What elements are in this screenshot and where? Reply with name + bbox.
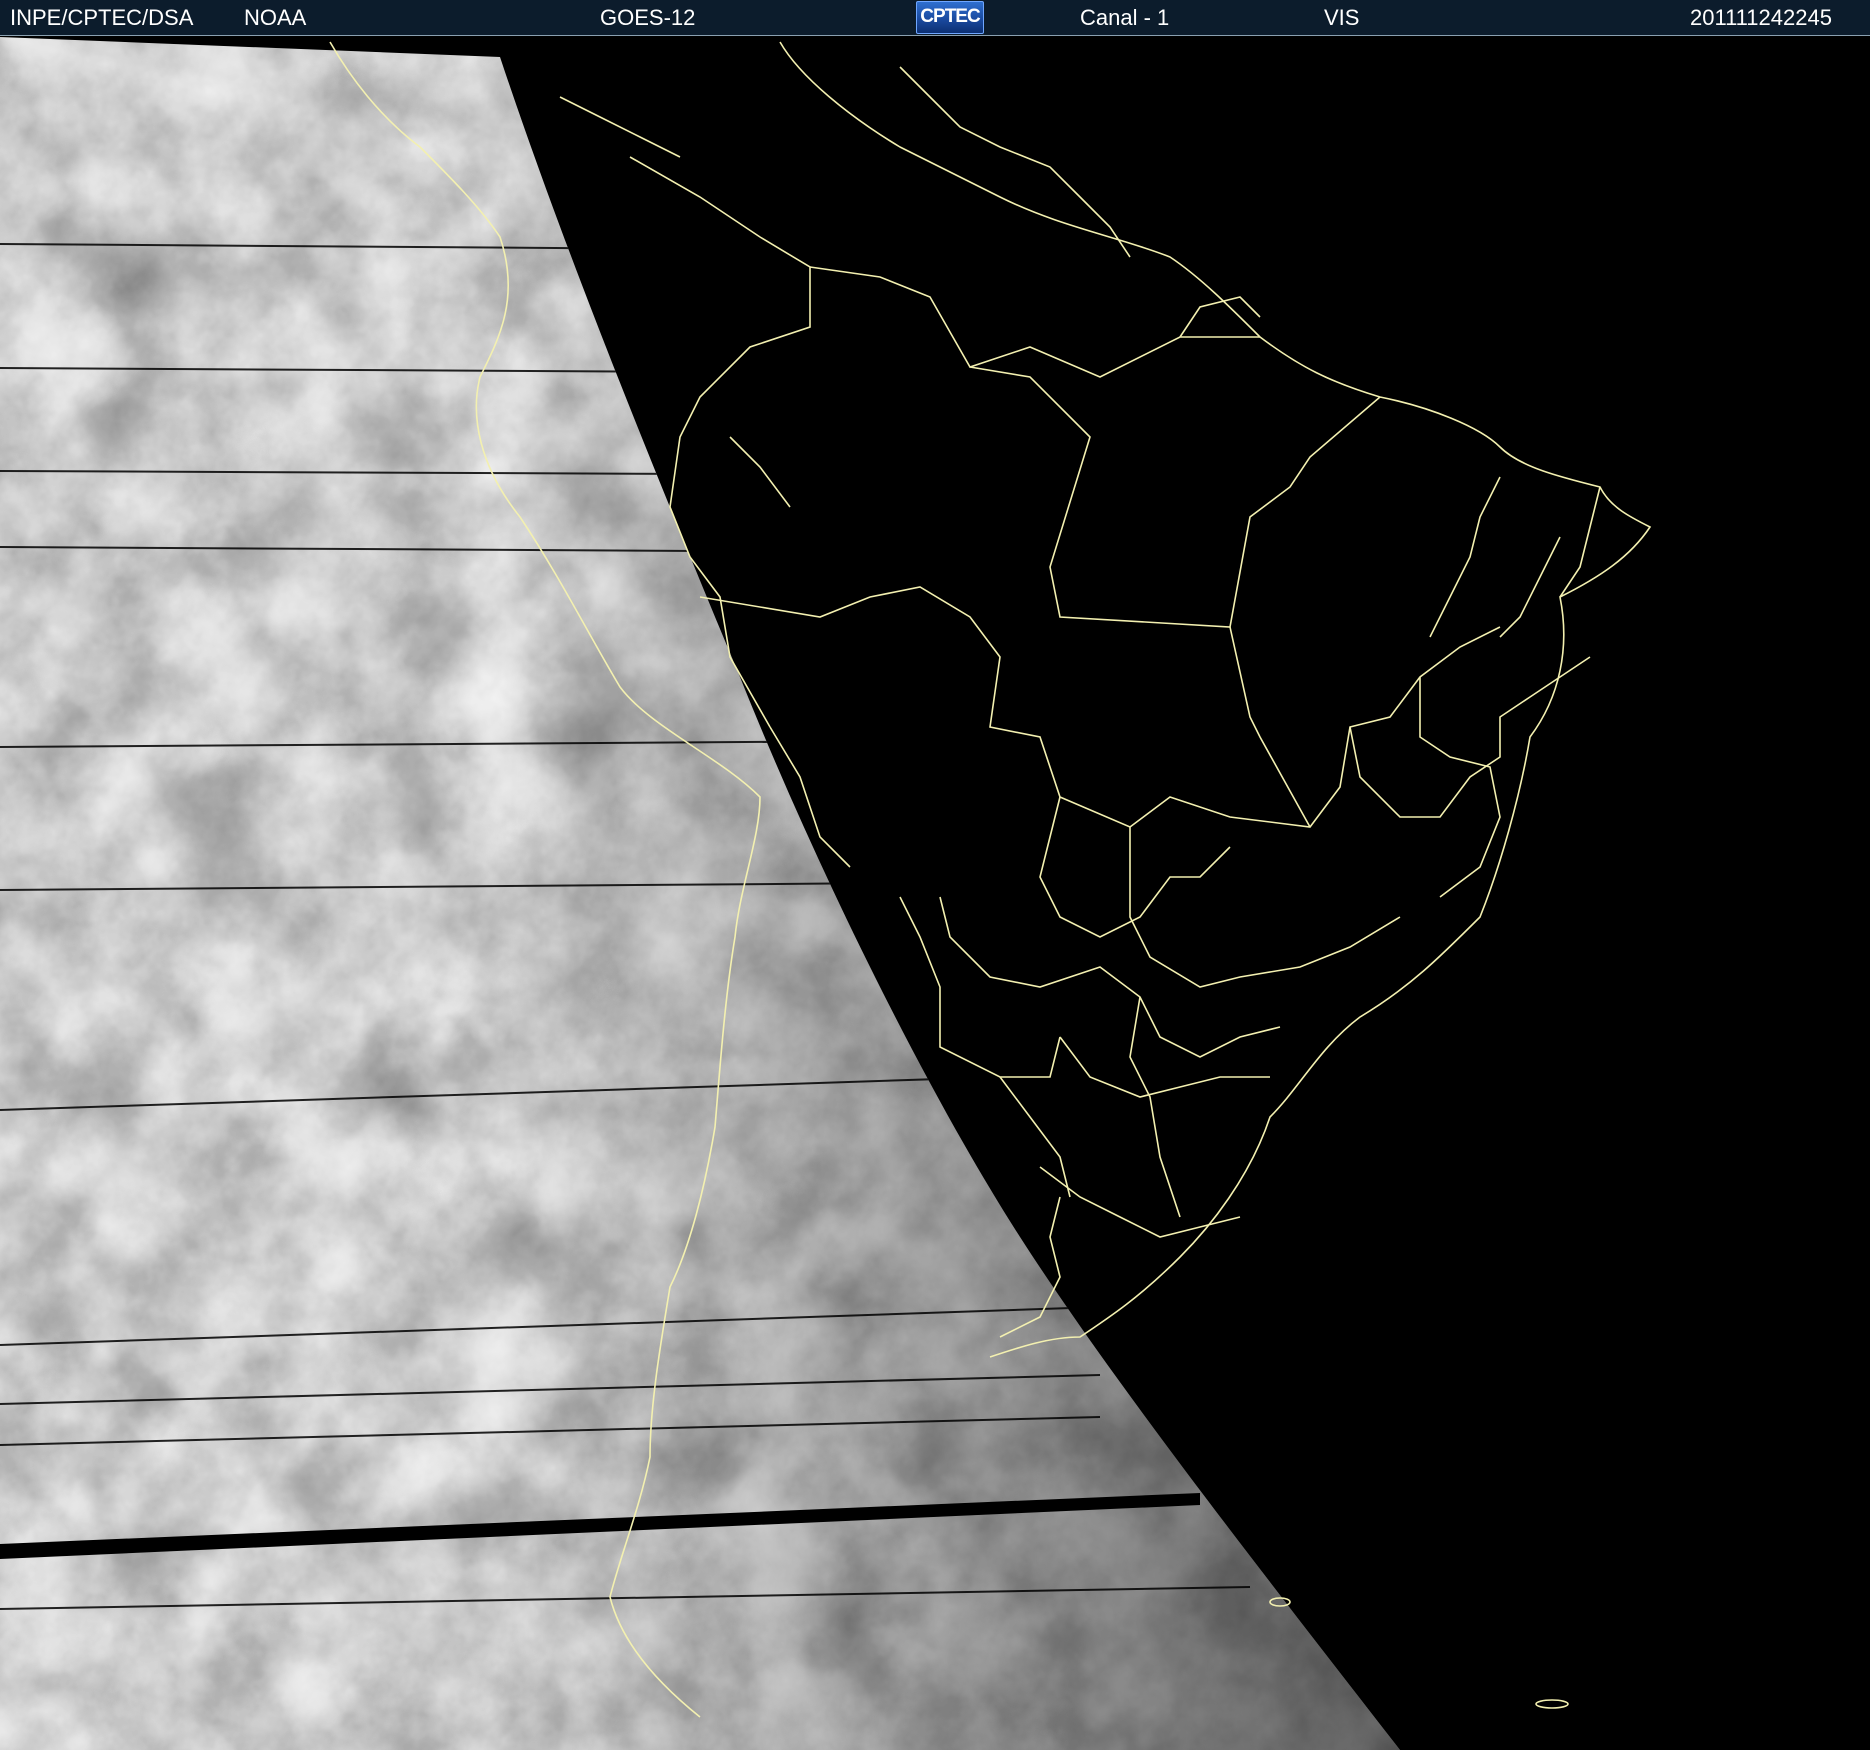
agency-label: NOAA	[244, 5, 307, 30]
satellite-label: GOES-12	[600, 5, 696, 30]
source-label: INPE/CPTEC/DSA	[10, 5, 194, 30]
header-bar: INPE/CPTEC/DSA NOAA GOES-12 CPTEC Canal …	[0, 0, 1870, 36]
satellite-image	[0, 37, 1870, 1750]
channel-label: Canal - 1	[1080, 5, 1170, 30]
band-label: VIS	[1324, 5, 1360, 30]
timestamp-label: 201111242245	[1690, 5, 1832, 30]
cptec-logo: CPTEC	[916, 1, 984, 34]
